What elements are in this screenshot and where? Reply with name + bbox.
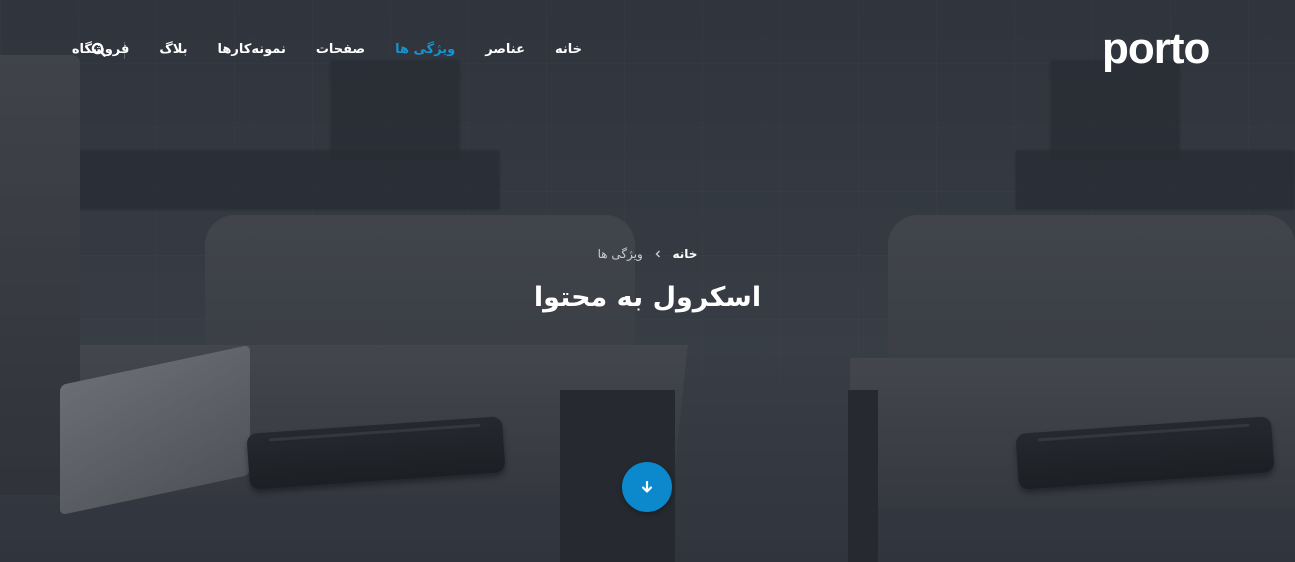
site-header: porto خانه عناصر ویژگی ها صفحات نمونه‌کا… — [0, 0, 1295, 100]
nav-item-portfolio[interactable]: نمونه‌کارها — [203, 38, 301, 62]
page-title: اسکرول به محتوا — [533, 282, 762, 313]
site-logo[interactable]: porto — [1102, 26, 1210, 72]
arrow-down-icon — [641, 480, 653, 493]
nav-item-blog[interactable]: بلاگ — [144, 38, 202, 62]
nav-item-features[interactable]: ویژگی ها — [380, 38, 470, 62]
search-button[interactable] — [89, 40, 109, 60]
breadcrumb: خانه ویژگی ها — [0, 246, 1295, 261]
nav-item-elements[interactable]: عناصر — [470, 38, 540, 62]
breadcrumb-current: ویژگی ها — [597, 246, 643, 261]
nav-item-home[interactable]: خانه — [540, 38, 597, 62]
search-icon — [91, 42, 106, 57]
nav-divider — [124, 42, 125, 59]
nav-item-pages[interactable]: صفحات — [301, 38, 380, 62]
chevron-left-icon — [655, 250, 660, 257]
scroll-to-content-button[interactable] — [622, 462, 672, 512]
main-nav: خانه عناصر ویژگی ها صفحات نمونه‌کارها بل… — [57, 38, 597, 62]
breadcrumb-home-link[interactable]: خانه — [673, 247, 698, 261]
